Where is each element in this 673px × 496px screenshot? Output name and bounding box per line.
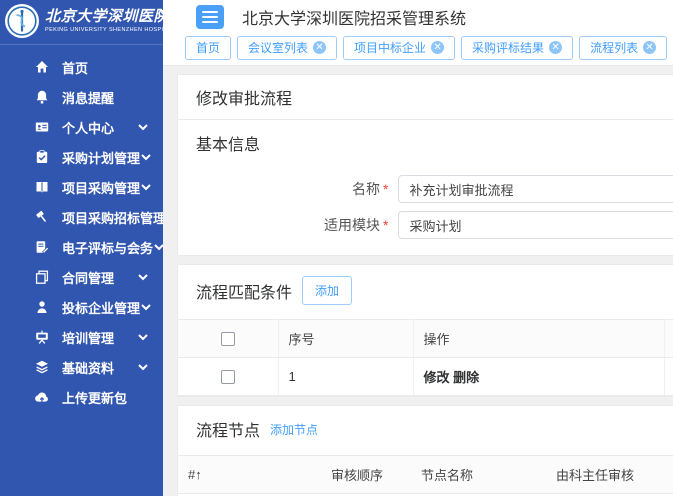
- sidebar-item-contract-management[interactable]: 合同管理: [0, 262, 163, 292]
- sidebar-item-training-management[interactable]: 培训管理: [0, 322, 163, 352]
- close-icon[interactable]: ✕: [549, 41, 562, 54]
- chevron-down-icon: [153, 241, 163, 253]
- row-checkbox[interactable]: [221, 370, 235, 384]
- chevron-down-icon: [140, 151, 152, 163]
- name-field-label: 名称*: [178, 179, 388, 199]
- sidebar-item-bidding-management[interactable]: 项目采购招标管理: [0, 202, 163, 232]
- document-edit-icon: [34, 239, 50, 255]
- hospital-logo-header: 北京大学深圳医院 PEKING UNIVERSITY SHENZHEN HOSP…: [0, 0, 163, 45]
- process-nodes-table: #↑ 审核顺序 节点名称 由科主任审核 修改 删除 1: [178, 455, 673, 496]
- book-icon: [34, 179, 50, 195]
- add-node-link[interactable]: 添加节点: [270, 421, 318, 438]
- tabbar: 首页 会议室列表✕ 项目中标企业✕ 采购评标结果✕ 流程列表✕ 流程✕: [163, 34, 673, 66]
- topbar: 北京大学深圳医院招采管理系统: [163, 0, 673, 34]
- id-card-icon: [34, 119, 50, 135]
- chevron-down-icon: [137, 271, 149, 283]
- match-conditions-table: 序号 操作 字 1 修改 删除 计: [178, 319, 673, 396]
- column-header-dept-head-review: 由科主任审核: [546, 456, 673, 494]
- hospital-name-en: PEKING UNIVERSITY SHENZHEN HOSPITAL: [45, 27, 163, 33]
- applicable-module-field[interactable]: [398, 211, 673, 239]
- chevron-down-icon: [137, 361, 149, 373]
- sidebar-item-messages[interactable]: 消息提醒: [0, 82, 163, 112]
- process-nodes-card: 流程节点 添加节点 #↑ 审核顺序 节点名称 由科主任审核: [177, 405, 673, 496]
- table-header-row: 序号 操作 字: [178, 320, 673, 358]
- name-field[interactable]: [398, 175, 673, 203]
- layers-icon: [34, 359, 50, 375]
- chevron-down-icon: [140, 301, 152, 313]
- tab-evaluation-results[interactable]: 采购评标结果✕: [461, 36, 573, 60]
- sidebar-toggle-button[interactable]: [196, 5, 224, 29]
- process-nodes-section-title: 流程节点: [196, 417, 260, 441]
- sidebar-item-basic-data[interactable]: 基础资料: [0, 352, 163, 382]
- sidebar-item-e-evaluation[interactable]: 电子评标与会务: [0, 232, 163, 262]
- add-condition-button[interactable]: 添加: [302, 276, 352, 305]
- sidebar-menu: 首页 消息提醒 个人中心 采购计划管理 项目采购管理: [0, 45, 163, 412]
- bell-icon: [34, 89, 50, 105]
- column-header-order: 审核顺序: [321, 456, 411, 494]
- hospital-logo-icon: [4, 3, 40, 39]
- column-header-actions: 操作: [413, 320, 664, 358]
- chevron-down-icon: [140, 181, 152, 193]
- table-row: 1 修改 删除 计: [178, 358, 673, 396]
- home-icon: [34, 59, 50, 75]
- basic-info-form: 名称* 适用模块*: [178, 161, 673, 255]
- cloud-upload-icon: [34, 389, 50, 405]
- close-icon[interactable]: ✕: [431, 41, 444, 54]
- column-header-node-name: 节点名称: [411, 456, 546, 494]
- sidebar-item-upload-update-package[interactable]: 上传更新包: [0, 382, 163, 412]
- page-content: 修改审批流程 基本信息 名称* 适用模块*: [163, 66, 673, 496]
- sidebar-item-personal-center[interactable]: 个人中心: [0, 112, 163, 142]
- required-mark: *: [383, 217, 388, 233]
- tab-winning-enterprises[interactable]: 项目中标企业✕: [343, 36, 455, 60]
- close-icon[interactable]: ✕: [643, 41, 656, 54]
- hospital-name: 北京大学深圳医院: [45, 9, 163, 26]
- presentation-icon: [34, 329, 50, 345]
- clipboard-check-icon: [34, 149, 50, 165]
- match-conditions-card: 流程匹配条件 添加 序号 操作 字: [177, 264, 673, 397]
- app-window: 北京大学深圳医院 PEKING UNIVERSITY SHENZHEN HOSP…: [0, 0, 673, 496]
- close-icon[interactable]: ✕: [313, 41, 326, 54]
- module-field-label: 适用模块*: [178, 215, 388, 235]
- documents-icon: [34, 269, 50, 285]
- sidebar-item-home[interactable]: 首页: [0, 52, 163, 82]
- table-header-row: #↑ 审核顺序 节点名称 由科主任审核: [178, 456, 673, 494]
- basic-info-card: 修改审批流程 基本信息 名称* 适用模块*: [177, 74, 673, 256]
- tab-process-list[interactable]: 流程列表✕: [579, 36, 667, 60]
- column-header-clipped: 字: [664, 320, 673, 358]
- tab-home[interactable]: 首页: [185, 36, 231, 60]
- sidebar-item-bidder-enterprise[interactable]: 投标企业管理: [0, 292, 163, 322]
- select-all-checkbox[interactable]: [221, 332, 235, 346]
- required-mark: *: [383, 181, 388, 197]
- gavel-icon: [34, 209, 50, 225]
- page-title: 修改审批流程: [196, 91, 292, 108]
- column-header-index: 序号: [278, 320, 413, 358]
- main-area: 北京大学深圳医院招采管理系统 首页 会议室列表✕ 项目中标企业✕ 采购评标结果✕…: [163, 0, 673, 496]
- column-header-hash-sort[interactable]: #↑: [178, 456, 321, 494]
- chevron-down-icon: [137, 331, 149, 343]
- sidebar-item-procurement-plan[interactable]: 采购计划管理: [0, 142, 163, 172]
- match-conditions-section-title: 流程匹配条件: [196, 279, 292, 303]
- user-icon: [34, 299, 50, 315]
- basic-info-section-title: 基本信息: [196, 131, 260, 155]
- app-title: 北京大学深圳医院招采管理系统: [242, 5, 466, 29]
- tab-meeting-room-list[interactable]: 会议室列表✕: [237, 36, 337, 60]
- row-index: 1: [278, 358, 413, 396]
- sidebar-item-project-procurement[interactable]: 项目采购管理: [0, 172, 163, 202]
- sidebar: 北京大学深圳医院 PEKING UNIVERSITY SHENZHEN HOSP…: [0, 0, 163, 496]
- row-clipped-cell: 计: [664, 358, 673, 396]
- chevron-down-icon: [137, 121, 149, 133]
- row-action-links[interactable]: 修改 删除: [413, 358, 664, 396]
